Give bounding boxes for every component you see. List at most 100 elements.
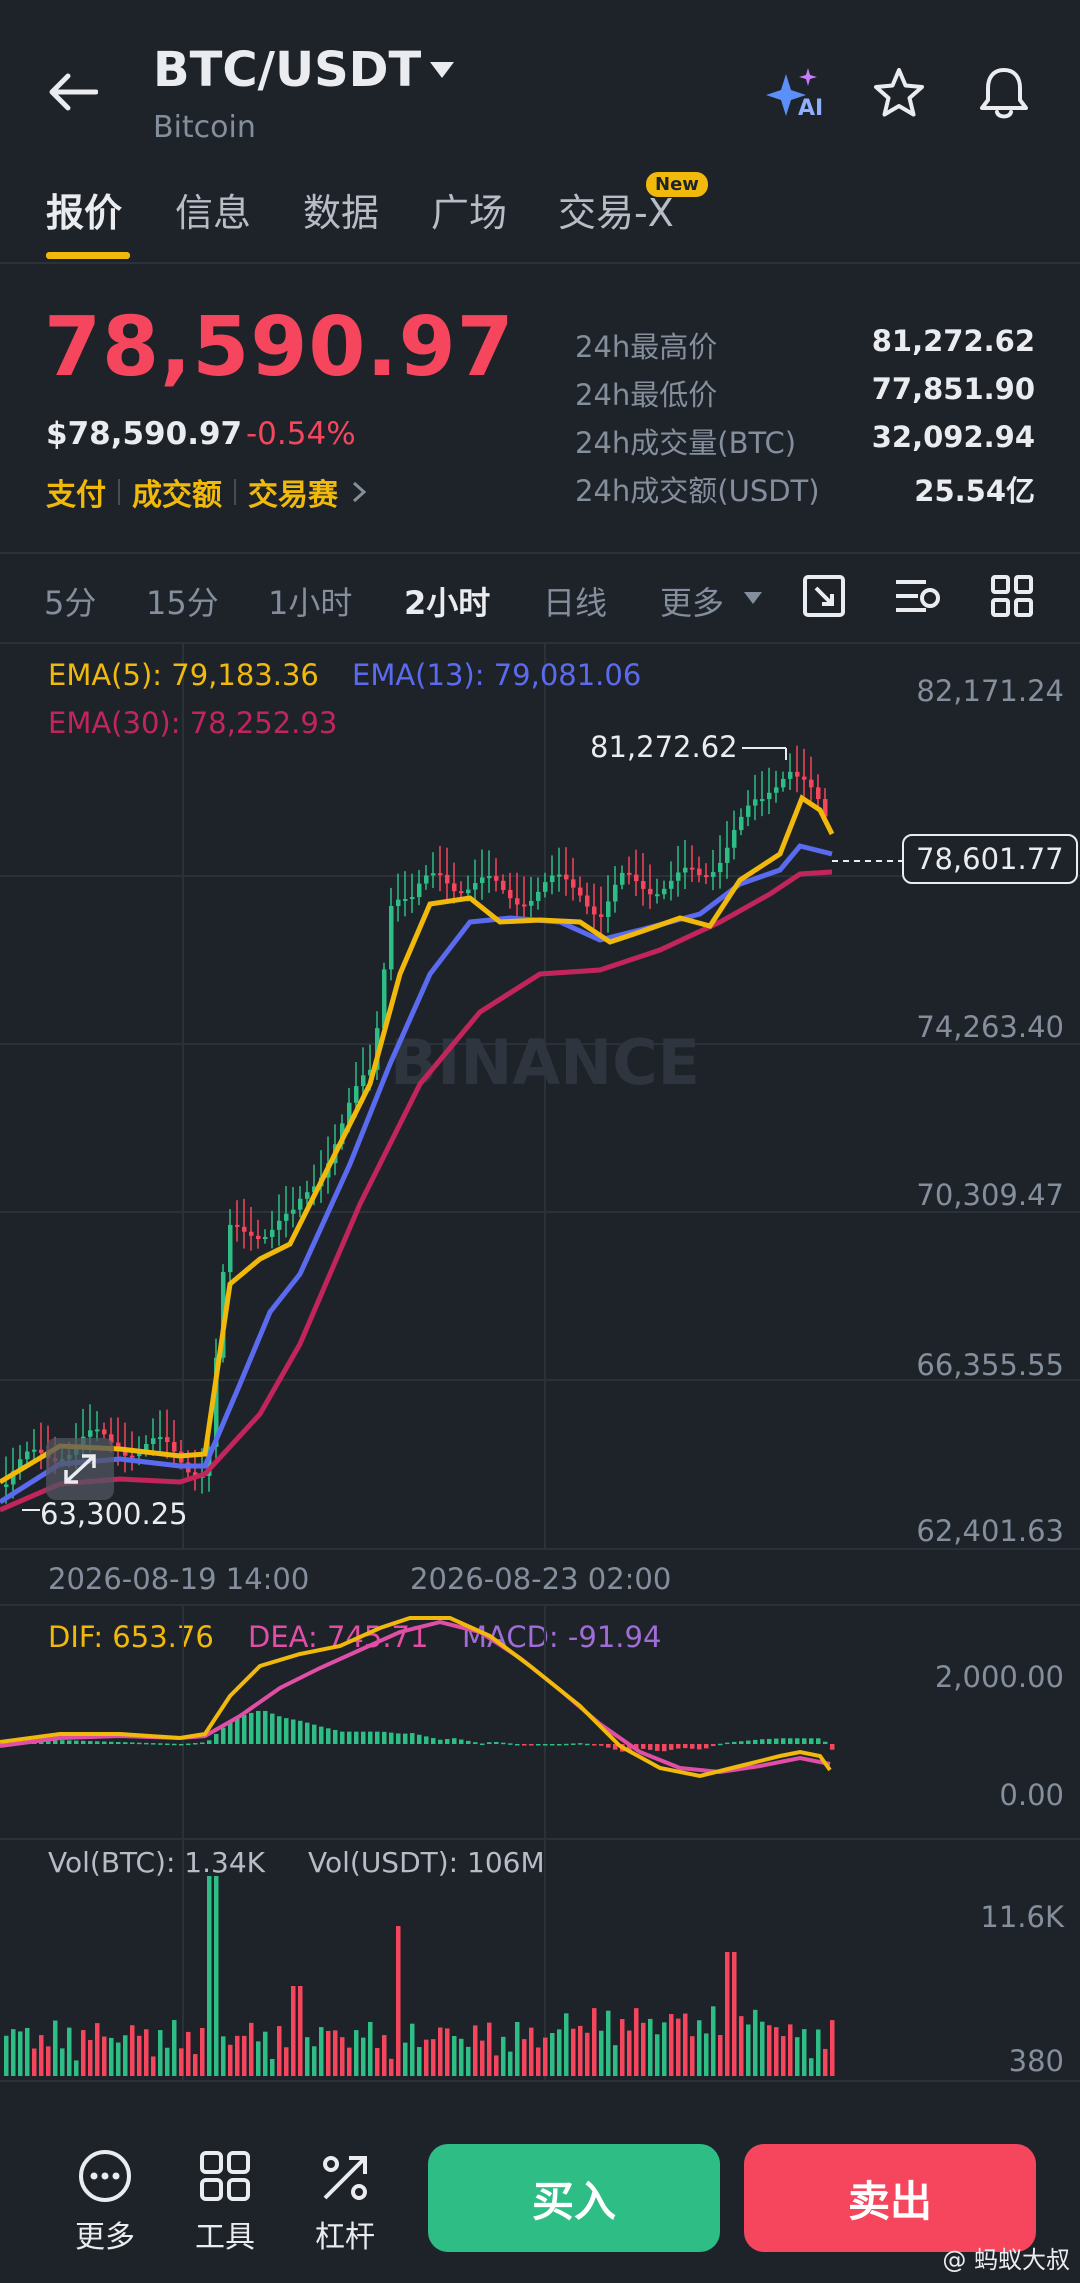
volume-bar	[389, 2058, 394, 2076]
link-contest[interactable]: 交易赛	[248, 470, 338, 514]
macd-bar	[298, 1720, 303, 1744]
macd-bar	[676, 1744, 681, 1749]
candle-body	[4, 1484, 9, 1487]
candle-body	[354, 1086, 359, 1103]
volume-bar	[739, 2016, 744, 2076]
candle-body	[627, 872, 632, 875]
volume-bar	[508, 2051, 513, 2076]
ai-button[interactable]: AI	[766, 66, 826, 124]
chart-fullscreen-icon[interactable]	[802, 574, 846, 618]
macd-bar	[683, 1744, 688, 1749]
expand-chart-button[interactable]	[46, 1438, 114, 1500]
candle-body	[613, 884, 618, 902]
back-arrow-icon[interactable]	[48, 72, 98, 112]
tab-info[interactable]: 信息	[175, 182, 251, 237]
volume-bar	[347, 2047, 352, 2076]
volume-bar	[88, 2039, 93, 2076]
buy-button[interactable]: 买入	[428, 2144, 720, 2252]
high-price-label: 81,272.62	[590, 730, 738, 764]
candle-body	[802, 776, 807, 780]
candle-body	[277, 1220, 282, 1230]
bell-icon[interactable]	[976, 64, 1032, 122]
volume-bar	[424, 2039, 429, 2076]
macd-bar	[137, 1742, 142, 1745]
macd-bar	[60, 1740, 65, 1744]
star-icon[interactable]	[872, 66, 926, 120]
macd-bar	[767, 1738, 772, 1744]
volume-bar	[641, 2022, 646, 2076]
bottom-more[interactable]: 更多	[50, 2148, 160, 2256]
expand-icon	[64, 1454, 96, 1484]
volume-bar	[312, 2046, 317, 2076]
indicator-settings-icon[interactable]	[894, 576, 942, 616]
macd-bar	[396, 1733, 401, 1744]
volume-bar	[263, 2031, 268, 2076]
volume-bar	[816, 2029, 821, 2076]
tf-15m[interactable]: 15分	[146, 578, 219, 624]
volume-bar	[774, 2027, 779, 2076]
volume-bar	[830, 2020, 835, 2076]
volume-bar	[165, 2047, 170, 2076]
candle-body	[130, 1455, 135, 1458]
candle-body	[690, 867, 695, 870]
macd-bar	[494, 1742, 499, 1744]
macd-bar	[753, 1739, 758, 1744]
tab-square[interactable]: 广场	[431, 182, 507, 237]
bottom-leverage[interactable]: 杠杆	[290, 2148, 400, 2256]
macd-bar	[718, 1743, 723, 1746]
tf-1d[interactable]: 日线	[543, 578, 607, 624]
tf-more[interactable]: 更多	[660, 578, 724, 624]
macd-bar	[74, 1740, 79, 1744]
dea-line	[0, 1619, 831, 1775]
bottom-tools[interactable]: 工具	[170, 2148, 280, 2256]
volume-bar	[515, 2021, 520, 2076]
candle-body	[95, 1429, 100, 1432]
candlestick-chart[interactable]: BINANCE	[0, 644, 1080, 1644]
stat-value: 81,272.62	[871, 324, 1035, 358]
more-caret-icon[interactable]	[742, 590, 764, 606]
macd-bar	[571, 1743, 576, 1745]
volume-bar	[725, 1952, 730, 2076]
volume-bar	[11, 2029, 16, 2076]
macd-bar	[116, 1741, 121, 1744]
volume-bar	[557, 2029, 562, 2076]
volume-bar	[172, 2020, 177, 2076]
tf-1h[interactable]: 1小时	[268, 578, 352, 624]
layout-grid-icon[interactable]	[990, 574, 1034, 618]
volume-bar	[4, 2035, 9, 2076]
candle-body	[494, 876, 499, 881]
pair-title[interactable]: BTC/USDT	[153, 42, 421, 98]
link-separator	[234, 479, 236, 505]
macd-bar	[277, 1716, 282, 1744]
tab-data[interactable]: 数据	[303, 182, 379, 237]
candle-body	[39, 1449, 44, 1453]
macd-bar	[179, 1743, 184, 1746]
candle-body	[564, 874, 569, 880]
volume-bar	[417, 2047, 422, 2076]
chevron-right-icon[interactable]	[350, 479, 368, 505]
volume-bar	[354, 2030, 359, 2076]
volume-bar	[256, 2041, 261, 2076]
macd-bar	[81, 1740, 86, 1744]
stat-row: 24h最低价 77,851.90	[575, 372, 1035, 420]
tf-2h[interactable]: 2小时	[404, 578, 490, 624]
macd-bar	[263, 1710, 268, 1744]
candle-body	[550, 875, 555, 883]
dropdown-caret-icon[interactable]	[428, 60, 456, 80]
tab-quote[interactable]: 报价	[46, 182, 122, 237]
macd-bar	[606, 1744, 611, 1748]
volume-bar	[137, 2035, 142, 2076]
macd-bar	[270, 1713, 275, 1744]
stat-row: 24h成交量(BTC) 32,092.94	[575, 420, 1035, 468]
sell-button[interactable]: 卖出	[744, 2144, 1036, 2252]
macd-bar	[662, 1744, 667, 1752]
tf-5m[interactable]: 5分	[44, 578, 96, 624]
candle-body	[655, 894, 660, 897]
volume-bar	[648, 2018, 653, 2076]
leverage-icon	[323, 2156, 367, 2200]
volume-bar	[326, 2030, 331, 2076]
link-turnover[interactable]: 成交额	[132, 470, 222, 514]
volume-bar	[746, 2024, 751, 2076]
candle-body	[438, 873, 443, 876]
link-pay[interactable]: 支付	[46, 470, 106, 514]
